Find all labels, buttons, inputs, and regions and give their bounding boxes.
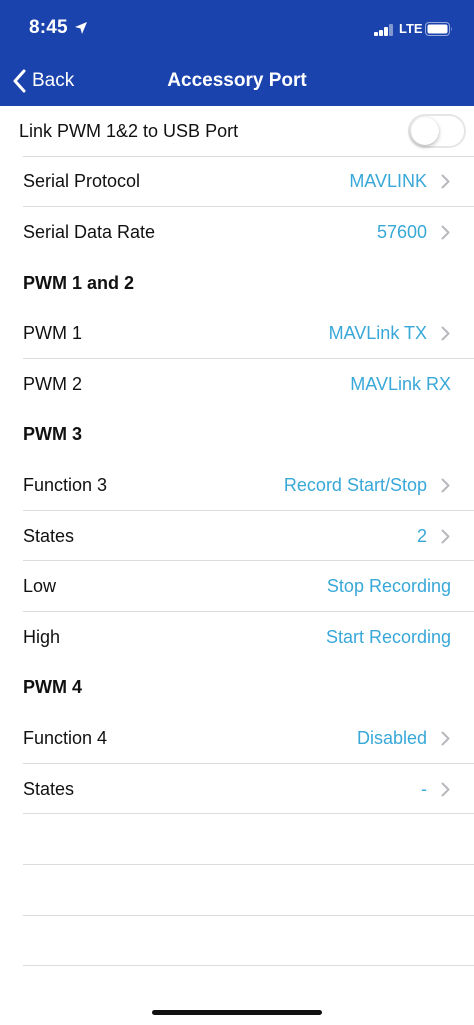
chevron-right-icon	[441, 225, 450, 240]
navigation-bar: Back Accessory Port	[0, 56, 474, 106]
chevron-right-icon	[441, 478, 450, 493]
status-bar: 8:45 LTE	[0, 0, 474, 56]
chevron-right-icon	[441, 326, 450, 341]
pwm1-row[interactable]: PWM 1 MAVLink TX	[0, 308, 474, 359]
signal-bars-icon	[374, 24, 394, 36]
chevron-left-icon	[13, 69, 26, 93]
chevron-right-icon	[441, 174, 450, 189]
function4-row[interactable]: Function 4 Disabled	[0, 713, 474, 764]
status-time: 8:45	[29, 17, 68, 38]
pwm1-label: PWM 1	[23, 323, 83, 344]
high-value: Start Recording	[325, 626, 451, 647]
function4-value: Disabled	[356, 727, 427, 748]
link-pwm-usb-row: Link PWM 1&2 to USB Port	[0, 106, 474, 157]
back-label: Back	[32, 70, 75, 91]
function3-value: Record Start/Stop	[283, 474, 427, 495]
empty-row	[0, 916, 474, 967]
states3-value: 2	[416, 525, 427, 546]
section-title: PWM 3	[23, 424, 83, 445]
high-label: High	[23, 626, 61, 647]
serial-protocol-label: Serial Protocol	[23, 171, 141, 192]
function3-row[interactable]: Function 3 Record Start/Stop	[0, 460, 474, 511]
back-button[interactable]: Back	[12, 56, 74, 106]
states3-label: States	[23, 525, 75, 546]
pwm2-value: MAVLink RX	[350, 373, 451, 394]
states4-row[interactable]: States -	[0, 764, 474, 815]
pwm2-label: PWM 2	[23, 373, 83, 394]
section-header-pwm-3: PWM 3	[0, 410, 474, 461]
chevron-right-icon	[441, 731, 450, 746]
section-title: PWM 1 and 2	[23, 272, 135, 293]
low-value: Stop Recording	[326, 576, 451, 597]
row-separator	[23, 965, 474, 967]
section-header-pwm-1-2: PWM 1 and 2	[0, 258, 474, 309]
link-pwm-usb-toggle[interactable]	[408, 114, 466, 148]
chevron-right-icon	[441, 782, 450, 797]
chevron-right-icon	[441, 529, 450, 544]
low-row[interactable]: Low Stop Recording	[0, 561, 474, 612]
serial-data-rate-label: Serial Data Rate	[23, 221, 156, 242]
serial-data-rate-value: 57600	[376, 221, 427, 242]
settings-list: Link PWM 1&2 to USB Port Serial Protocol…	[0, 106, 474, 967]
network-type: LTE	[399, 21, 423, 36]
function3-label: Function 3	[23, 474, 108, 495]
home-indicator[interactable]	[152, 1010, 322, 1015]
pwm2-row: PWM 2 MAVLink RX	[0, 359, 474, 410]
serial-data-rate-row[interactable]: Serial Data Rate 57600	[0, 207, 474, 258]
empty-row	[0, 865, 474, 916]
serial-protocol-row[interactable]: Serial Protocol MAVLINK	[0, 157, 474, 208]
battery-icon	[425, 22, 452, 36]
section-header-pwm-4: PWM 4	[0, 663, 474, 714]
high-row[interactable]: High Start Recording	[0, 612, 474, 663]
states4-value: -	[421, 778, 427, 799]
function4-label: Function 4	[23, 727, 108, 748]
toggle-knob	[411, 117, 439, 145]
states4-label: States	[23, 778, 75, 799]
empty-row	[0, 814, 474, 865]
header: 8:45 LTE Back Accessory Port	[0, 0, 474, 106]
section-title: PWM 4	[23, 677, 83, 698]
states3-row[interactable]: States 2	[0, 511, 474, 562]
pwm1-value: MAVLink TX	[328, 323, 427, 344]
link-pwm-usb-label: Link PWM 1&2 to USB Port	[19, 120, 239, 141]
location-arrow-icon	[75, 22, 87, 34]
low-label: Low	[23, 576, 57, 597]
serial-protocol-value: MAVLINK	[349, 171, 427, 192]
